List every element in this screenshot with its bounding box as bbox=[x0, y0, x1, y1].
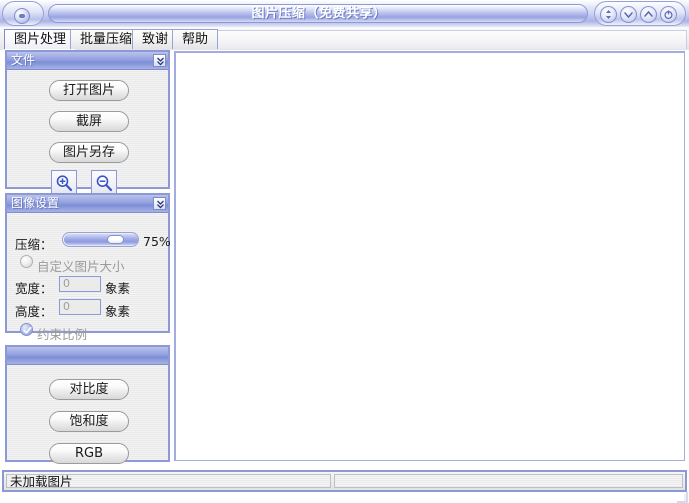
tab-label: 致谢 bbox=[142, 32, 169, 47]
width-input[interactable]: 0 bbox=[59, 276, 101, 292]
close-button[interactable] bbox=[660, 6, 677, 23]
title-bar: 图片压缩（免费共享） bbox=[0, 0, 689, 28]
power-icon bbox=[664, 10, 673, 20]
resize-grip-icon[interactable] bbox=[674, 491, 688, 503]
save-image-button[interactable]: 图片另存 bbox=[49, 142, 129, 163]
custom-size-label: 自定义图片大小 bbox=[37, 259, 125, 274]
left-sidebar: 文件 打开图片 截屏 图片另存 图像设置 压缩： 75% 自定义图片大小 宽度：… bbox=[5, 50, 171, 465]
height-unit-label: 象素 bbox=[105, 304, 131, 319]
tab-bar-filler bbox=[196, 30, 687, 49]
tab-image-processing[interactable]: 图片处理 bbox=[4, 29, 77, 51]
compression-label: 压缩： bbox=[15, 237, 53, 252]
rgb-label: RGB bbox=[74, 446, 104, 461]
image-canvas[interactable] bbox=[174, 51, 685, 461]
contrast-label: 对比度 bbox=[69, 382, 109, 397]
maximize-button[interactable] bbox=[640, 6, 657, 23]
window-controls-group bbox=[594, 1, 686, 26]
width-unit-label: 象素 bbox=[105, 281, 131, 296]
restore-button[interactable] bbox=[600, 6, 617, 23]
status-secondary bbox=[334, 474, 683, 488]
tab-bar: 图片处理 批量压缩 致谢 帮助 bbox=[0, 27, 689, 52]
keep-ratio-label: 约束比例 bbox=[37, 327, 88, 342]
chevron-down-icon bbox=[624, 12, 633, 19]
open-image-button[interactable]: 打开图片 bbox=[49, 80, 129, 101]
height-label: 高度： bbox=[15, 304, 53, 319]
image-settings-collapse-button[interactable] bbox=[153, 197, 166, 210]
rgb-button[interactable]: RGB bbox=[49, 443, 129, 464]
tab-label: 图片处理 bbox=[14, 32, 67, 47]
file-panel-collapse-button[interactable] bbox=[153, 54, 166, 67]
width-label: 宽度： bbox=[15, 281, 53, 296]
up-down-arrows-icon bbox=[606, 10, 611, 19]
saturation-button[interactable]: 饱和度 bbox=[49, 411, 129, 432]
minimize-button[interactable] bbox=[620, 6, 637, 23]
tab-label: 批量压缩 bbox=[80, 32, 133, 47]
compression-slider-thumb[interactable] bbox=[107, 235, 124, 244]
keep-ratio-checkbox[interactable] bbox=[20, 323, 33, 336]
title-bar-track: 图片压缩（免费共享） bbox=[48, 4, 588, 23]
double-chevron-down-icon bbox=[157, 57, 164, 66]
adjustment-panel-header bbox=[7, 347, 168, 365]
application-window: 图片压缩（免费共享） 图片处理 批量压缩 致谢 帮助 文件 打开图片 截屏 图片… bbox=[0, 0, 689, 503]
status-message: 未加载图片 bbox=[6, 474, 331, 488]
file-panel-title: 文件 bbox=[11, 53, 36, 67]
tab-label: 帮助 bbox=[182, 32, 209, 47]
chevron-up-icon bbox=[644, 10, 653, 17]
file-panel: 文件 打开图片 截屏 图片另存 bbox=[5, 50, 170, 196]
status-bar: 未加载图片 bbox=[2, 470, 687, 492]
magnifier-minus-icon bbox=[96, 175, 113, 192]
body-area: 文件 打开图片 截屏 图片另存 图像设置 压缩： 75% 自定义图片大小 宽度：… bbox=[0, 50, 689, 469]
custom-size-checkbox[interactable] bbox=[20, 255, 33, 268]
height-input[interactable]: 0 bbox=[59, 299, 101, 315]
saturation-label: 饱和度 bbox=[69, 414, 109, 429]
app-icon bbox=[14, 8, 30, 24]
compression-slider[interactable] bbox=[62, 232, 139, 247]
title-bar-left-cap bbox=[2, 1, 44, 26]
adjustment-panel: 对比度 饱和度 RGB bbox=[5, 345, 170, 464]
file-panel-header: 文件 bbox=[7, 52, 168, 70]
screenshot-label: 截屏 bbox=[75, 114, 102, 129]
image-settings-title: 图像设置 bbox=[11, 196, 60, 210]
double-chevron-down-icon bbox=[157, 200, 164, 209]
tab-help[interactable]: 帮助 bbox=[172, 29, 219, 49]
compression-slider-fill bbox=[64, 234, 138, 245]
contrast-button[interactable]: 对比度 bbox=[49, 379, 129, 400]
compression-value: 75% bbox=[143, 234, 171, 249]
image-settings-panel: 图像设置 压缩： 75% 自定义图片大小 宽度： 0 象素 高度： 0 象素 约… bbox=[5, 193, 171, 342]
magnifier-plus-icon bbox=[56, 175, 73, 192]
check-icon bbox=[23, 326, 32, 334]
open-image-label: 打开图片 bbox=[62, 83, 115, 98]
save-image-label: 图片另存 bbox=[62, 145, 115, 160]
window-title: 图片压缩（免费共享） bbox=[251, 6, 387, 21]
image-settings-header: 图像设置 bbox=[7, 195, 168, 213]
screenshot-button[interactable]: 截屏 bbox=[49, 111, 129, 132]
